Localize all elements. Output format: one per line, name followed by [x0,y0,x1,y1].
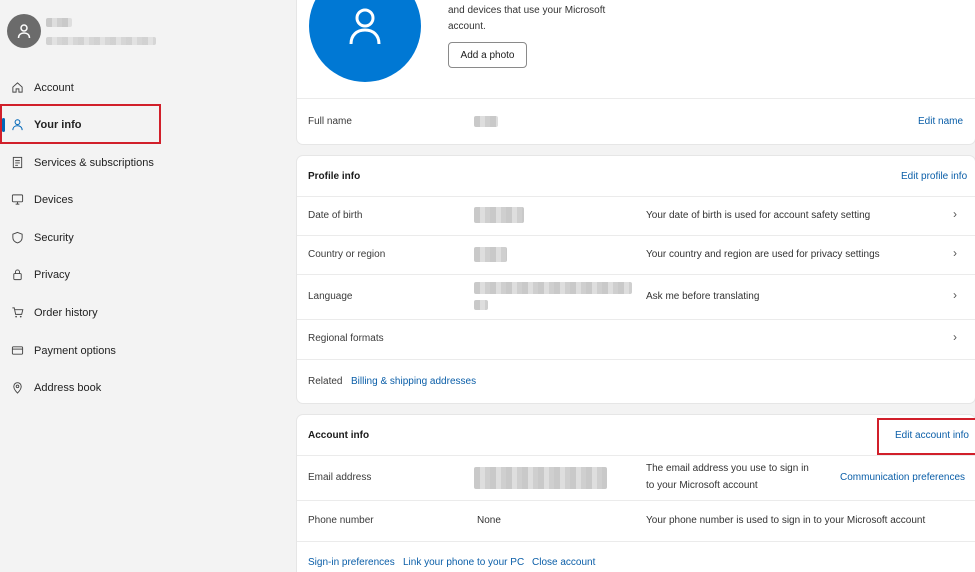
profile-info-title: Profile info [308,171,361,182]
sidebar-item-label: Payment options [34,344,116,357]
sidebar-item-payment-options[interactable]: Payment options [0,332,290,369]
email-note-line1: The email address you use to sign in [646,463,809,474]
sidebar-item-label: Privacy [34,268,71,281]
sidebar-item-order-history[interactable]: Order history [0,294,290,331]
edit-name-link[interactable]: Edit name [918,116,963,127]
chevron-right-icon: › [953,330,957,344]
person-icon [349,8,381,45]
profile-info-card: Profile info Edit profile info Date of b… [297,156,975,403]
photo-description-line2: account. [448,21,486,32]
lock-icon [10,268,24,282]
location-pin-icon [10,381,24,395]
divider [297,455,975,456]
language-redacted-line2 [474,300,488,310]
sidebar-item-services-subscriptions[interactable]: Services & subscriptions [0,144,290,181]
phone-note: Your phone number is used to sign in to … [646,515,926,526]
photo-card: and devices that use your Microsoft acco… [297,0,975,144]
profile-photo[interactable] [309,0,421,82]
sidebar-item-label: Account [34,81,74,94]
divider [297,541,975,542]
profile-row-country-region[interactable]: Country or region Your country and regio… [297,235,975,274]
row-label: Country or region [308,249,386,260]
sidebar-item-label: Devices [34,193,74,206]
profile-row-regional-formats[interactable]: Regional formats › [297,319,975,359]
account-info-card: Account info Edit account info Email add… [297,415,975,572]
sidebar-item-label: Order history [34,306,98,319]
row-label: Language [308,291,353,302]
account-info-title: Account info [308,430,370,441]
profile-row-language[interactable]: Language Ask me before translating › [297,274,975,319]
user-name-redacted [46,18,72,27]
sidebar-item-address-book[interactable]: Address book [0,369,290,406]
chevron-right-icon: › [953,246,957,260]
close-account-link[interactable]: Close account [532,557,595,568]
home-icon [10,81,24,95]
add-photo-label: Add a photo [460,49,515,61]
highlight-box-edit-account-info [877,418,975,455]
related-label: Related [308,376,343,387]
language-redacted [474,282,632,294]
full-name-label: Full name [308,116,352,127]
user-email-redacted [46,37,156,45]
receipt-icon [10,156,24,170]
sidebar-item-label: Security [34,231,74,244]
person-icon [17,24,31,39]
sidebar-item-devices[interactable]: Devices [0,181,290,218]
add-photo-button[interactable]: Add a photo [448,42,527,68]
monitor-icon [10,193,24,207]
profile-row-date-of-birth[interactable]: Date of birth Your date of birth is used… [297,196,975,235]
email-label: Email address [308,472,372,483]
email-redacted [474,467,607,489]
chevron-right-icon: › [953,207,957,221]
edit-profile-info-link[interactable]: Edit profile info [901,171,967,182]
row-label: Date of birth [308,210,363,221]
phone-value: None [477,515,501,526]
divider [297,359,975,360]
sidebar-item-label: Services & subscriptions [34,156,154,169]
highlight-box-your-info [0,104,161,144]
row-note: Your country and region are used for pri… [646,249,880,260]
row-note: Your date of birth is used for account s… [646,210,871,221]
sidebar-item-security[interactable]: Security [0,219,290,256]
full-name-redacted [474,116,498,127]
sign-in-preferences-link[interactable]: Sign-in preferences [308,557,395,568]
row-label: Regional formats [308,333,384,344]
row-note: Ask me before translating [646,291,760,302]
card-icon [10,344,24,358]
sidebar-item-account[interactable]: Account [0,69,290,106]
divider [297,98,975,99]
sidebar-item-label: Address book [34,381,102,394]
communication-preferences-link[interactable]: Communication preferences [840,472,965,483]
date-of-birth-redacted [474,207,524,223]
country-redacted [474,247,507,262]
email-note-line2: to your Microsoft account [646,480,758,491]
sidebar: Account Your info Services & subscriptio… [0,0,290,572]
chevron-right-icon: › [953,288,957,302]
phone-label: Phone number [308,515,374,526]
divider [297,500,975,501]
user-avatar[interactable] [7,14,41,48]
cart-icon [10,306,24,320]
shield-icon [10,231,24,245]
photo-description-line1: and devices that use your Microsoft [448,5,606,16]
link-phone-link[interactable]: Link your phone to your PC [403,557,524,568]
sidebar-item-privacy[interactable]: Privacy [0,256,290,293]
billing-shipping-link[interactable]: Billing & shipping addresses [351,376,476,387]
